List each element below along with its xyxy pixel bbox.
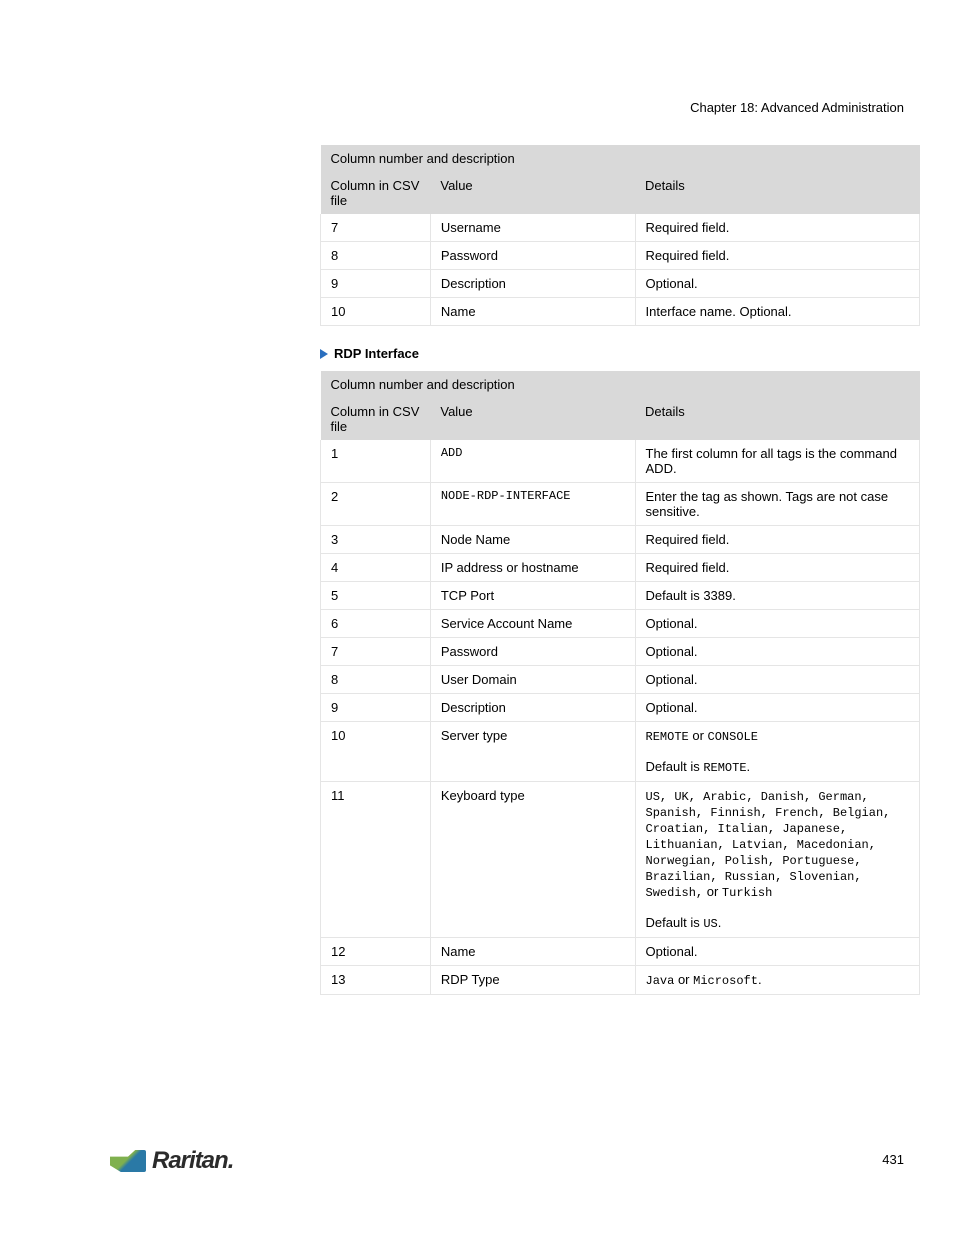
cell-details: Interface name. Optional.: [635, 298, 919, 326]
page-content: Chapter 18: Advanced Administration Colu…: [0, 0, 954, 1055]
cell-value: Server type: [430, 722, 635, 782]
cell-details: The first column for all tags is the com…: [635, 440, 919, 483]
cell-details: Required field.: [635, 526, 919, 554]
chapter-header: Chapter 18: Advanced Administration: [100, 100, 914, 115]
cell-value: Name: [430, 298, 635, 326]
table-1: Column number and description Column in …: [320, 145, 920, 326]
table-row: 11Keyboard typeUS, UK, Arabic, Danish, G…: [321, 782, 920, 938]
cell-value: Node Name: [430, 526, 635, 554]
cell-details: Optional.: [635, 694, 919, 722]
table-row: 10NameInterface name. Optional.: [321, 298, 920, 326]
table-row: 8User DomainOptional.: [321, 666, 920, 694]
cell-col: 7: [321, 638, 431, 666]
cell-col: 3: [321, 526, 431, 554]
cell-col: 13: [321, 966, 431, 995]
raritan-icon: [110, 1150, 146, 1172]
cell-details: Java or Microsoft.: [635, 966, 919, 995]
cell-col: 6: [321, 610, 431, 638]
cell-details: Required field.: [635, 214, 919, 242]
cell-value: NODE-RDP-INTERFACE: [430, 483, 635, 526]
table-2: Column number and description Column in …: [320, 371, 920, 995]
cell-value: Username: [430, 214, 635, 242]
cell-value: ADD: [430, 440, 635, 483]
cell-value: RDP Type: [430, 966, 635, 995]
brand-logo: Raritan.: [110, 1147, 233, 1175]
cell-value: IP address or hostname: [430, 554, 635, 582]
section-heading: RDP Interface: [320, 346, 920, 361]
cell-details: Optional.: [635, 610, 919, 638]
cell-col: 2: [321, 483, 431, 526]
triangle-right-icon: [320, 349, 328, 359]
cell-value: Description: [430, 694, 635, 722]
table-row: 4IP address or hostnameRequired field.: [321, 554, 920, 582]
cell-col: 10: [321, 298, 431, 326]
table-row: 10Server typeREMOTE or CONSOLEDefault is…: [321, 722, 920, 782]
cell-details: Optional.: [635, 270, 919, 298]
cell-value: Name: [430, 938, 635, 966]
table2-group-header: Column number and description: [321, 371, 920, 398]
table-row: 9DescriptionOptional.: [321, 694, 920, 722]
brand-text: Raritan.: [152, 1147, 233, 1175]
cell-details: Optional.: [635, 638, 919, 666]
cell-col: 1: [321, 440, 431, 483]
table-row: 7PasswordOptional.: [321, 638, 920, 666]
table1-col1-header: Column in CSV file: [321, 172, 431, 214]
cell-col: 12: [321, 938, 431, 966]
cell-value: Description: [430, 270, 635, 298]
table1-group-header: Column number and description: [321, 145, 920, 172]
cell-details: Required field.: [635, 554, 919, 582]
cell-col: 7: [321, 214, 431, 242]
section-title: RDP Interface: [334, 346, 419, 361]
table-row: 6Service Account NameOptional.: [321, 610, 920, 638]
table-row: 7UsernameRequired field.: [321, 214, 920, 242]
table1-col3-header: Details: [635, 172, 919, 214]
table-row: 1ADDThe first column for all tags is the…: [321, 440, 920, 483]
cell-col: 8: [321, 666, 431, 694]
cell-value: Password: [430, 638, 635, 666]
cell-col: 9: [321, 270, 431, 298]
cell-value: Password: [430, 242, 635, 270]
cell-details: Optional.: [635, 666, 919, 694]
cell-details: Optional.: [635, 938, 919, 966]
page-number: 431: [882, 1152, 904, 1167]
cell-col: 9: [321, 694, 431, 722]
cell-value: User Domain: [430, 666, 635, 694]
table1-col2-header: Value: [430, 172, 635, 214]
cell-details: US, UK, Arabic, Danish, German, Spanish,…: [635, 782, 919, 938]
cell-value: TCP Port: [430, 582, 635, 610]
cell-col: 11: [321, 782, 431, 938]
table-row: 8PasswordRequired field.: [321, 242, 920, 270]
cell-col: 4: [321, 554, 431, 582]
table-row: 2NODE-RDP-INTERFACEEnter the tag as show…: [321, 483, 920, 526]
table-row: 9DescriptionOptional.: [321, 270, 920, 298]
table2-col1-header: Column in CSV file: [321, 398, 431, 440]
table2-col3-header: Details: [635, 398, 919, 440]
cell-details: Default is 3389.: [635, 582, 919, 610]
table-row: 12NameOptional.: [321, 938, 920, 966]
table-row: 13RDP TypeJava or Microsoft.: [321, 966, 920, 995]
table-row: 5TCP PortDefault is 3389.: [321, 582, 920, 610]
cell-details: Required field.: [635, 242, 919, 270]
table-row: 3Node NameRequired field.: [321, 526, 920, 554]
cell-value: Keyboard type: [430, 782, 635, 938]
cell-details: Enter the tag as shown. Tags are not cas…: [635, 483, 919, 526]
cell-value: Service Account Name: [430, 610, 635, 638]
cell-col: 10: [321, 722, 431, 782]
cell-col: 8: [321, 242, 431, 270]
cell-details: REMOTE or CONSOLEDefault is REMOTE.: [635, 722, 919, 782]
table2-col2-header: Value: [430, 398, 635, 440]
cell-col: 5: [321, 582, 431, 610]
